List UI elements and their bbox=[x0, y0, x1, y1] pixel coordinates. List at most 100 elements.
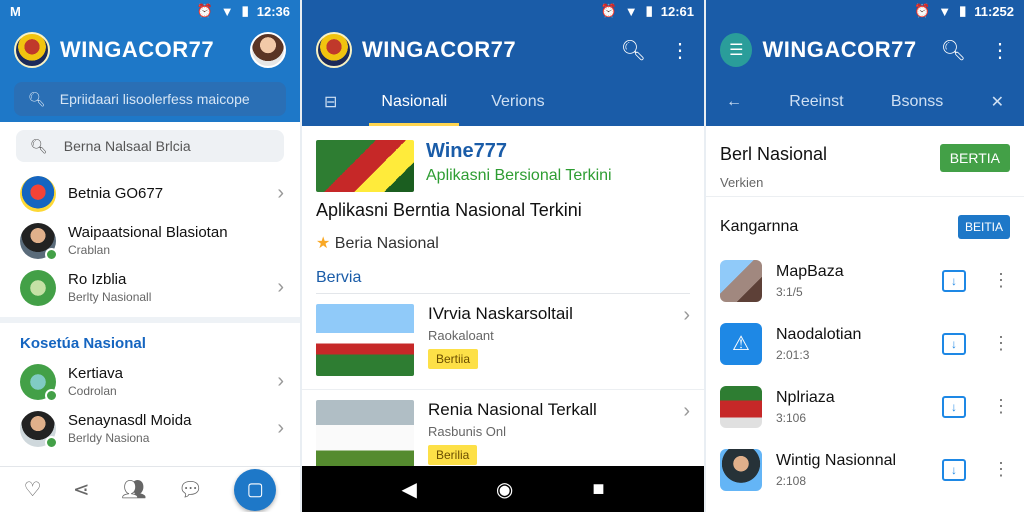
list-title: Kangarnna bbox=[720, 218, 799, 235]
search-icon: 🔍︎ bbox=[28, 90, 46, 107]
status-time: 11:252 bbox=[974, 3, 1014, 19]
wifi-icon: ▼ bbox=[624, 3, 638, 19]
app-subtitle: 3:1/5 bbox=[776, 284, 803, 299]
section-header: Berl Nasional Verkien BERTIA bbox=[706, 126, 1024, 196]
chat-title: Betnia GO677 bbox=[68, 185, 164, 202]
menu-icon[interactable]: ☰ bbox=[720, 33, 753, 67]
warning-app-icon: ⚠ bbox=[720, 322, 762, 365]
bertia-button[interactable]: BERTIA bbox=[939, 144, 1010, 172]
news-title: Renia Nasional Terkall bbox=[428, 400, 597, 419]
more-vert-icon[interactable]: ⋮ bbox=[990, 38, 1010, 63]
app-title: WINGACOR77 bbox=[362, 37, 517, 62]
download-icon[interactable]: ↓ bbox=[942, 332, 966, 355]
hero-title: Wine777 bbox=[426, 140, 507, 162]
home-icon[interactable]: ◉ bbox=[496, 477, 513, 502]
download-icon[interactable]: ↓ bbox=[942, 269, 966, 292]
status-time: 12:61 bbox=[660, 3, 694, 19]
app-bar: WINGACOR77 bbox=[0, 22, 300, 78]
chat-row[interactable]: Kertiava Codrolan › bbox=[0, 358, 300, 405]
app-list-item[interactable]: MapBaza 3:1/5 ↓ ⋮ bbox=[706, 249, 1024, 312]
chat-subtitle: Codrolan bbox=[68, 384, 117, 398]
hero-card[interactable]: Wine777 Aplikasni Bersional Terkini bbox=[302, 126, 704, 196]
favorite-icon[interactable]: ♡ bbox=[24, 477, 42, 502]
recents-icon[interactable]: ■ bbox=[592, 478, 604, 501]
avatar bbox=[20, 410, 58, 449]
chat-search-placeholder: Berna Nalsaal Brlcia bbox=[63, 138, 191, 154]
chat-search-input[interactable]: 🔍︎ Berna Nalsaal Brlcia bbox=[16, 130, 284, 162]
avatar bbox=[20, 269, 56, 306]
search-bar[interactable]: 🔍︎ Epriidaari lisoolerfess maicope bbox=[14, 82, 286, 116]
section-subtitle: Verkien bbox=[720, 175, 764, 190]
chat-subtitle: Berlty Nasionall bbox=[68, 290, 152, 304]
chat-subtitle: Berldy Nasiona bbox=[68, 431, 150, 445]
status-bar: ⏰ ▼ ▮ 12:61 bbox=[302, 0, 704, 22]
news-subtitle: Raokaloant bbox=[428, 328, 494, 343]
screens: M ⏰ ▼ ▮ 12:36 WINGACOR77 🔍︎ Epriidaari l… bbox=[0, 0, 1024, 512]
alarm-icon: ⏰ bbox=[600, 3, 617, 18]
tab-bsonss[interactable]: Bsonss bbox=[891, 93, 943, 111]
share-icon[interactable]: ⋖ bbox=[73, 477, 90, 502]
chevron-right-icon: › bbox=[277, 276, 284, 298]
news-header: ⏰ ▼ ▮ 12:61 WINGACOR77 🔍︎ ⋮ ⊟ Nasionali … bbox=[302, 0, 704, 126]
tab-verions[interactable]: Verions bbox=[469, 78, 566, 126]
more-vert-icon[interactable]: ⋮ bbox=[670, 38, 690, 63]
chat-row[interactable]: Ro Izblia Berlty Nasionall › bbox=[0, 264, 300, 311]
app-icon bbox=[720, 259, 762, 302]
star-icon: ★ bbox=[316, 235, 331, 252]
chat-row[interactable]: Waipaatsional Blasiotan Crablan bbox=[0, 217, 300, 264]
app-subtitle: 2:01:3 bbox=[776, 347, 810, 362]
search-icon[interactable]: 🔍︎ bbox=[941, 38, 966, 63]
chat-subtitle: Crablan bbox=[68, 243, 111, 257]
more-vert-icon[interactable]: ⋮ bbox=[992, 333, 1010, 354]
online-dot bbox=[45, 388, 58, 402]
chevron-right-icon: › bbox=[277, 182, 284, 204]
battery-icon: ▮ bbox=[241, 3, 249, 18]
download-icon[interactable]: ↓ bbox=[942, 395, 966, 418]
more-vert-icon[interactable]: ⋮ bbox=[992, 270, 1010, 291]
section-title: Berl Nasional bbox=[720, 144, 828, 164]
tab-menu-icon[interactable]: ⊟ bbox=[302, 78, 359, 126]
search-placeholder: Epriidaari lisoolerfess maicope bbox=[59, 91, 250, 107]
app-subtitle: 3:106 bbox=[776, 410, 807, 425]
headline: Aplikasni Berntia Nasional Terkini bbox=[316, 200, 582, 220]
list-header: Kangarnna BEITIA bbox=[706, 196, 1024, 249]
news-badge: Bertiia bbox=[428, 349, 479, 369]
chat-row[interactable]: Betnia GO677 › bbox=[0, 170, 300, 217]
chevron-right-icon: › bbox=[683, 400, 690, 422]
avatar bbox=[20, 363, 58, 402]
chat-title: Senaynasdl Moida bbox=[68, 412, 192, 429]
battery-icon: ▮ bbox=[959, 3, 967, 18]
app-list-item[interactable]: Wintig Nasionnal 2:108 ↓ ⋮ bbox=[706, 438, 1024, 501]
bottom-nav: ♡ ⋖ 👥︎ 💬︎ ▢ bbox=[0, 466, 300, 512]
online-dot bbox=[45, 247, 58, 261]
chat-bubble-icon[interactable]: 💬︎ bbox=[178, 477, 203, 502]
battery-icon: ▮ bbox=[645, 3, 653, 18]
more-vert-icon[interactable]: ⋮ bbox=[992, 459, 1010, 480]
news-item[interactable]: IVrvia Naskarsoltail Raokaloant Bertiia … bbox=[302, 294, 704, 390]
compose-button[interactable]: ▢ bbox=[234, 468, 277, 511]
app-subtitle: 2:108 bbox=[776, 473, 807, 488]
profile-avatar[interactable] bbox=[250, 32, 286, 68]
more-vert-icon[interactable]: ⋮ bbox=[992, 396, 1010, 417]
tab-reeinst[interactable]: Reeinst bbox=[789, 93, 843, 111]
chevron-right-icon: › bbox=[277, 370, 284, 392]
app-logo bbox=[14, 32, 50, 68]
back-icon[interactable]: ◀ bbox=[402, 477, 417, 502]
search-icon[interactable]: 🔍︎ bbox=[621, 38, 646, 63]
back-arrow-icon[interactable]: ← bbox=[726, 93, 742, 111]
tab-nasionali[interactable]: Nasionali bbox=[359, 78, 469, 126]
wifi-icon: ▼ bbox=[220, 3, 234, 19]
download-icon[interactable]: ↓ bbox=[942, 458, 966, 481]
app-list-item[interactable]: Nplriaza 3:106 ↓ ⋮ bbox=[706, 375, 1024, 438]
apps-screen: ⏰ ▼ ▮ 11:252 ☰ WINGACOR77 🔍︎ ⋮ ← Reeinst… bbox=[706, 0, 1024, 512]
online-dot bbox=[45, 435, 58, 449]
news-subtitle: Rasbunis Onl bbox=[428, 424, 507, 439]
status-bar: M ⏰ ▼ ▮ 12:36 bbox=[0, 0, 300, 22]
app-list-item[interactable]: ⚠ Naodalotian 2:01:3 ↓ ⋮ bbox=[706, 312, 1024, 375]
people-icon[interactable]: 👥︎ bbox=[121, 477, 146, 502]
beitia-button[interactable]: BEITIA bbox=[957, 215, 1010, 239]
system-nav-bar: ◀ ◉ ■ bbox=[302, 466, 704, 512]
app-bar: ☰ WINGACOR77 🔍︎ ⋮ bbox=[706, 22, 1024, 78]
close-icon[interactable]: ✕ bbox=[991, 92, 1004, 112]
chat-row[interactable]: Senaynasdl Moida Berldy Nasiona › bbox=[0, 405, 300, 452]
